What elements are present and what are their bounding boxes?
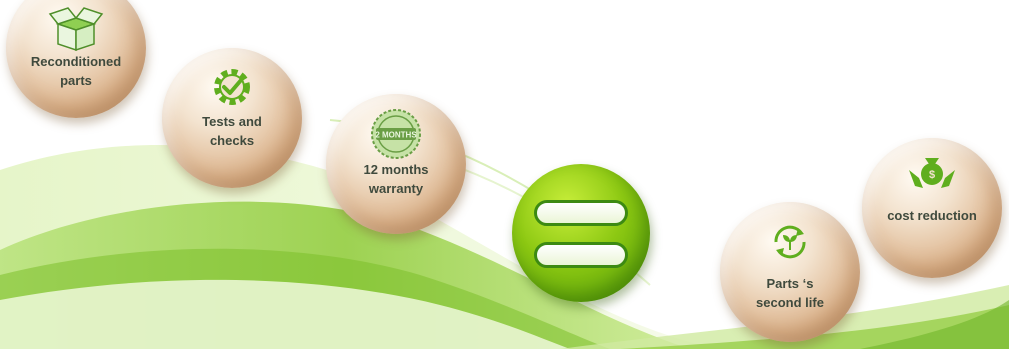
wave-background bbox=[0, 119, 1009, 349]
tests-checks-label: Tests and checks bbox=[202, 114, 262, 148]
gear-checkmark-icon bbox=[214, 69, 250, 105]
money-bag-hands-icon: $ bbox=[909, 158, 955, 188]
infographic: Reconditioned parts Tests and checks 2 M… bbox=[0, 0, 1009, 349]
warranty-stamp-icon: 2 MONTHS bbox=[371, 109, 421, 159]
second-life-bubble: Parts ‘s second life bbox=[720, 202, 860, 342]
warranty-bubble: 2 MONTHS 12 months warranty bbox=[326, 94, 466, 234]
cost-reduction-label: cost reduction bbox=[887, 208, 977, 223]
cost-reduction-bubble: $ cost reduction bbox=[862, 138, 1002, 278]
open-box-icon bbox=[48, 7, 104, 52]
warranty-label: 12 months warranty bbox=[363, 162, 429, 196]
second-life-label: Parts ‘s second life bbox=[756, 276, 824, 310]
equals-bar-top bbox=[534, 200, 628, 226]
equals-sign bbox=[512, 164, 650, 302]
tests-checks-bubble: Tests and checks bbox=[162, 48, 302, 188]
recycle-sprout-icon bbox=[774, 225, 806, 259]
equals-bar-bottom bbox=[534, 242, 628, 268]
headline bbox=[0, 0, 1009, 6]
warranty-stamp-text: 2 MONTHS bbox=[375, 131, 417, 140]
reconditioned-parts-label: Reconditioned parts bbox=[30, 54, 122, 88]
svg-text:$: $ bbox=[929, 169, 935, 181]
